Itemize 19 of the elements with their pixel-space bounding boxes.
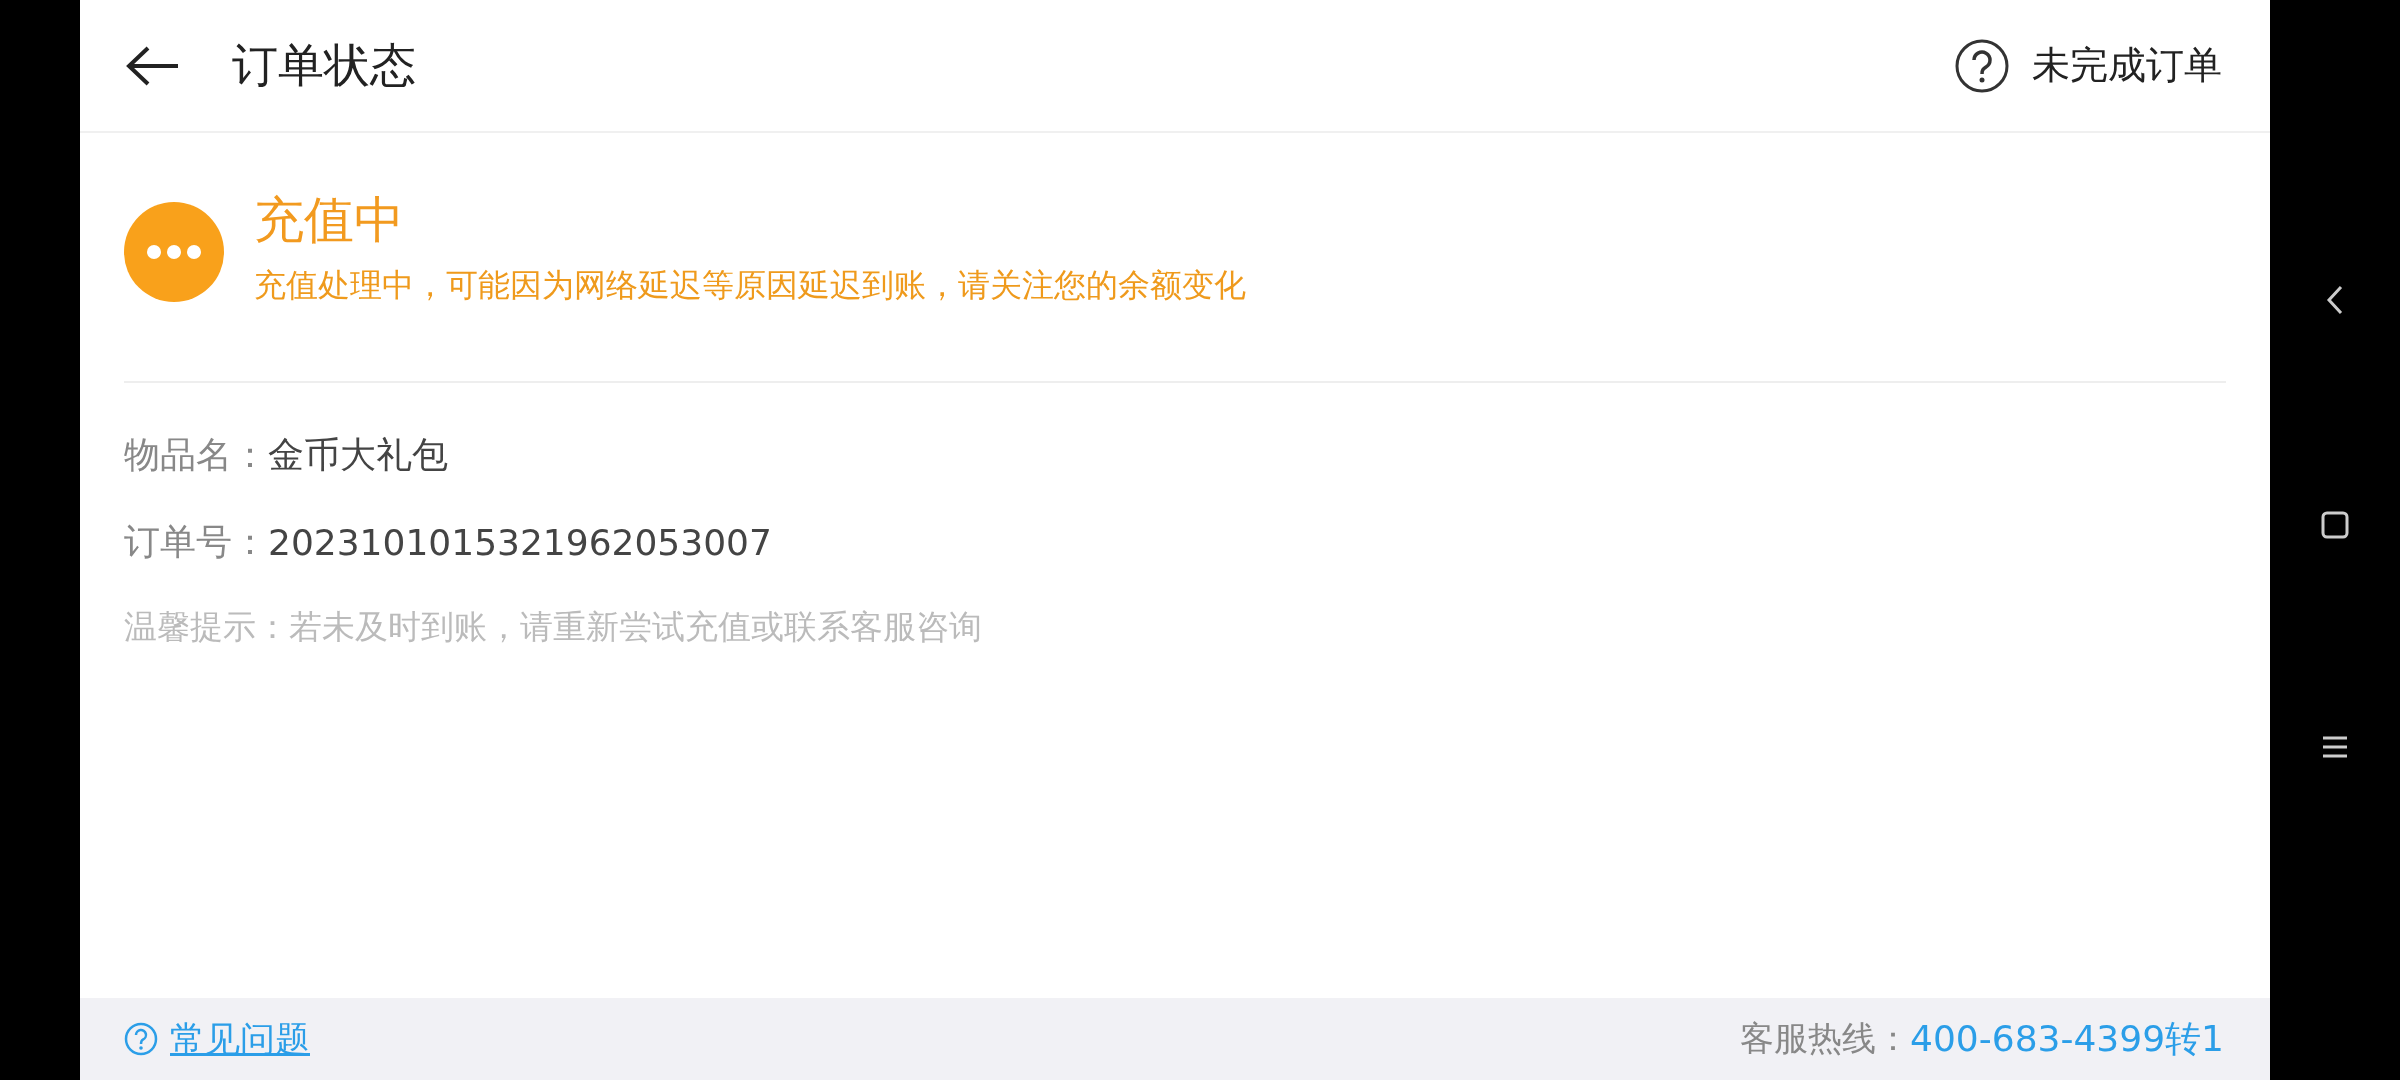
back-arrow-icon[interactable]: [126, 45, 180, 86]
detail-value: 金币大礼包: [268, 433, 448, 477]
detail-label: 物品名：: [124, 433, 268, 477]
status-title: 充值中: [254, 189, 405, 251]
menu-nav-icon[interactable]: [2321, 735, 2349, 759]
hint-text: 温馨提示：若未及时到账，请重新尝试充值或联系客服咨询: [124, 606, 983, 648]
help-icon: [124, 1022, 158, 1056]
home-nav-icon[interactable]: [2321, 511, 2349, 539]
faq-link[interactable]: 常见问题: [124, 1015, 1741, 1063]
back-nav-icon[interactable]: [2326, 285, 2344, 315]
status-message: 充值处理中，可能因为网络延迟等原因延迟到账，请关注您的余额变化: [254, 264, 1246, 306]
pending-icon: [124, 202, 224, 302]
unfinished-orders-button[interactable]: 未完成订单: [1954, 37, 2222, 94]
hotline-number[interactable]: 400-683-4399转1: [1910, 1014, 2224, 1064]
help-icon: [1954, 37, 2010, 94]
page-title: 订单状态: [232, 36, 417, 94]
hotline-label: 客服热线：: [1740, 1017, 1911, 1060]
detail-value: 2023101015321962053007: [268, 522, 772, 563]
detail-label: 订单号：: [124, 520, 268, 564]
